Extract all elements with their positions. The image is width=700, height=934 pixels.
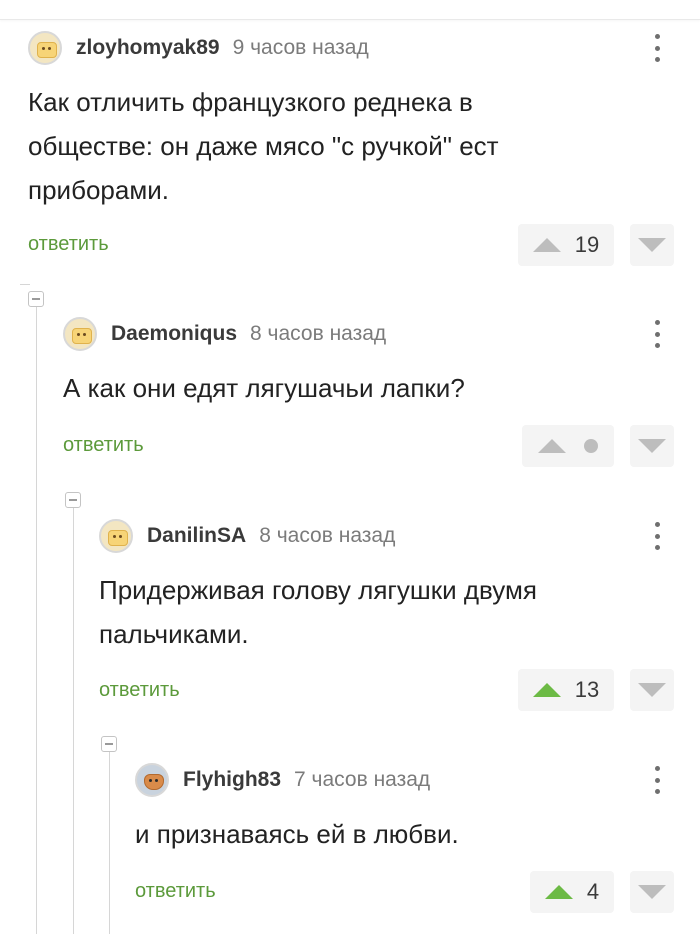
reply-link[interactable]: ответить [135,880,216,903]
collapse-minus-icon[interactable] [28,291,44,307]
comment-text: А как они едят лягушачьи лапки? [63,366,465,410]
thread-line-level-3 [109,752,110,934]
reply-link[interactable]: ответить [28,233,109,256]
downvote-button[interactable] [630,425,674,467]
comment-header: DanilinSA 8 часов назад [99,516,395,556]
thread-line-level-2 [73,508,74,934]
downvote-arrow-icon [638,439,666,453]
collapse-minus-icon[interactable] [101,736,117,752]
comment-time: 9 часов назад [232,36,369,59]
top-bar [0,0,700,20]
upvote-arrow-icon [538,439,566,453]
more-vertical-icon[interactable] [652,519,662,553]
thread-connector [20,284,30,285]
downvote-button[interactable] [630,669,674,711]
reply-link[interactable]: ответить [63,434,144,457]
comment-time: 7 часов назад [294,768,431,791]
comment: zloyhomyak89 9 часов назад Как отличить … [28,28,700,273]
collapse-minus-icon[interactable] [65,492,81,508]
user-avatar[interactable] [135,763,169,797]
comment-header: Daemoniqus 8 часов назад [63,314,386,354]
comment-text: Как отличить французкого реднека в общес… [28,80,499,212]
reply-link[interactable]: ответить [99,679,180,702]
comment-text-line: обществе: он даже мясо "с ручкой" ест [28,131,499,161]
upvote-button[interactable] [522,425,614,467]
user-avatar[interactable] [63,317,97,351]
comment-text-line: пальчиками. [99,619,249,649]
upvote-button[interactable]: 4 [530,871,614,913]
upvote-arrow-icon [532,238,561,252]
downvote-arrow-icon [638,885,666,899]
comment-header: zloyhomyak89 9 часов назад [28,28,369,68]
comment-text-line: Как отличить французкого реднека в [28,87,473,117]
downvote-arrow-icon [638,683,666,697]
score-hidden-dot [584,439,598,453]
comment-text: Придерживая голову лягушки двумя пальчик… [99,568,537,656]
vote-score: 19 [574,232,600,257]
comment: Flyhigh83 7 часов назад и признаваясь ей… [135,760,700,920]
vote-score: 4 [586,879,600,904]
user-avatar[interactable] [99,519,133,553]
comment-text-line: А как они едят лягушачьи лапки? [63,373,465,403]
comment-text-line: приборами. [28,175,169,205]
thread-line-level-1 [36,307,37,934]
comment: DanilinSA 8 часов назад Придерживая голо… [99,516,700,716]
comment-text: и признаваясь ей в любви. [135,812,459,856]
comment-author[interactable]: zloyhomyak89 [76,36,220,60]
downvote-arrow-icon [638,238,666,252]
upvote-arrow-icon [532,683,561,697]
more-vertical-icon[interactable] [652,31,662,65]
vote-score: 13 [574,677,600,702]
more-vertical-icon[interactable] [652,317,662,351]
user-avatar[interactable] [28,31,62,65]
comment-author[interactable]: Daemoniqus [111,322,237,346]
upvote-button[interactable]: 13 [518,669,614,711]
downvote-button[interactable] [630,871,674,913]
comment-header: Flyhigh83 7 часов назад [135,760,430,800]
more-vertical-icon[interactable] [652,763,662,797]
comment-time: 8 часов назад [259,524,396,547]
comment-author[interactable]: DanilinSA [147,524,246,548]
upvote-arrow-icon [544,885,573,899]
comment: Daemoniqus 8 часов назад А как они едят … [63,314,700,474]
comment-text-line: и признаваясь ей в любви. [135,819,459,849]
comment-time: 8 часов назад [250,322,387,345]
downvote-button[interactable] [630,224,674,266]
upvote-button[interactable]: 19 [518,224,614,266]
comment-text-line: Придерживая голову лягушки двумя [99,575,537,605]
comment-author[interactable]: Flyhigh83 [183,768,281,792]
